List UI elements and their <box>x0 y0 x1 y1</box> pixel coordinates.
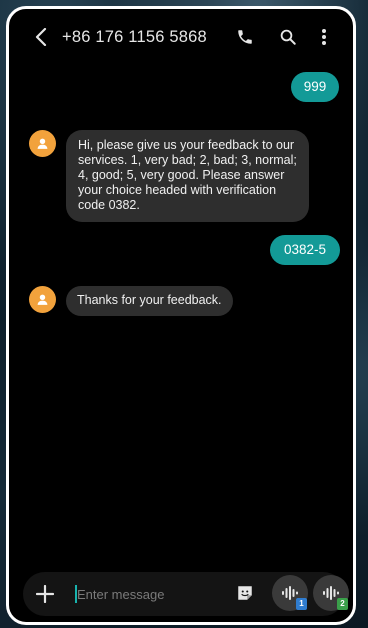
message-composer: 1 2 <box>23 572 349 616</box>
phone-icon <box>238 30 252 44</box>
attach-button[interactable] <box>33 582 57 606</box>
back-arrow-icon <box>35 28 47 46</box>
incoming-message[interactable]: Hi, please give us your feedback to our … <box>66 130 309 222</box>
outgoing-message[interactable]: 999 <box>291 72 339 102</box>
back-button[interactable] <box>31 27 51 47</box>
more-options-icon <box>322 29 326 45</box>
incoming-message[interactable]: Thanks for your feedback. <box>66 286 233 316</box>
contact-number: +86 176 1156 5868 <box>62 28 207 46</box>
sim2-badge: 2 <box>337 598 348 610</box>
sticker-button[interactable] <box>234 582 256 604</box>
conversation-header: +86 176 1156 5868 <box>9 9 353 65</box>
sim1-badge: 1 <box>296 598 307 610</box>
voice-message-sim1-button[interactable]: 1 <box>272 575 308 611</box>
person-icon <box>37 138 48 149</box>
voice-message-sim2-button[interactable]: 2 <box>313 575 349 611</box>
search-icon <box>280 29 296 45</box>
contact-avatar[interactable] <box>29 130 56 157</box>
messaging-screen: +86 176 1156 5868 999 Hi, please give us… <box>6 6 356 625</box>
outgoing-message[interactable]: 0382-5 <box>270 235 340 265</box>
call-button[interactable] <box>234 26 256 48</box>
sticker-icon <box>238 586 252 600</box>
person-icon <box>37 294 48 305</box>
more-options-button[interactable] <box>313 26 335 48</box>
contact-avatar[interactable] <box>29 286 56 313</box>
search-button[interactable] <box>277 26 299 48</box>
message-input[interactable] <box>77 582 227 606</box>
plus-icon <box>36 585 54 603</box>
